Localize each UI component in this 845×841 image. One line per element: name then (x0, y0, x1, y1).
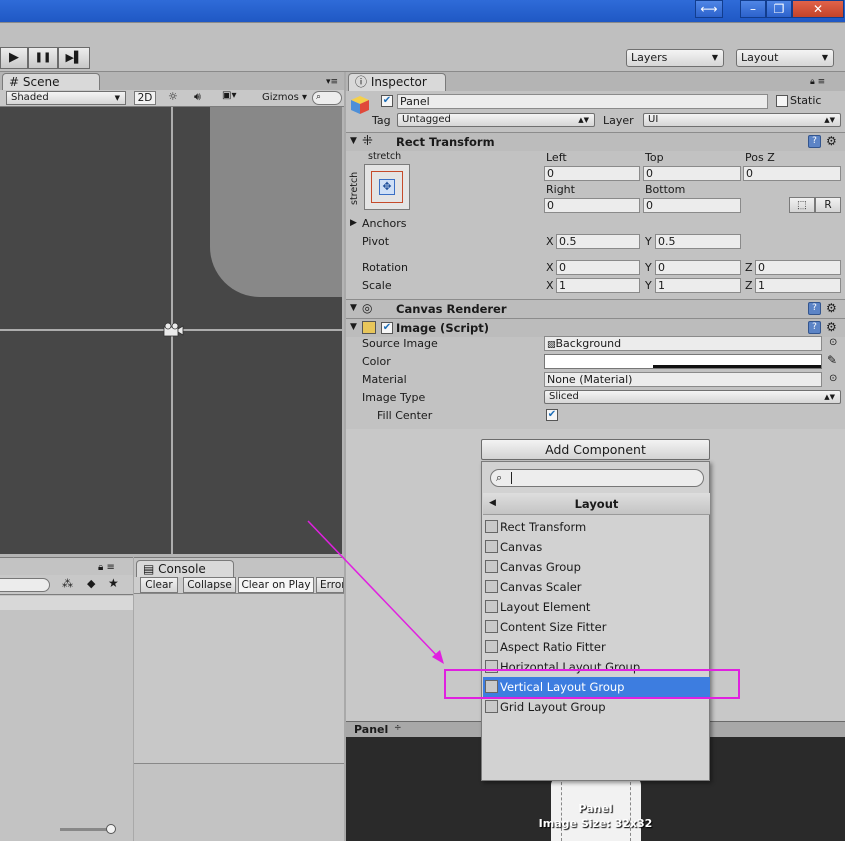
annotation-overlay (307, 520, 740, 699)
annotation-arrow-line (307, 520, 441, 660)
annotation-highlight-box (444, 669, 740, 699)
